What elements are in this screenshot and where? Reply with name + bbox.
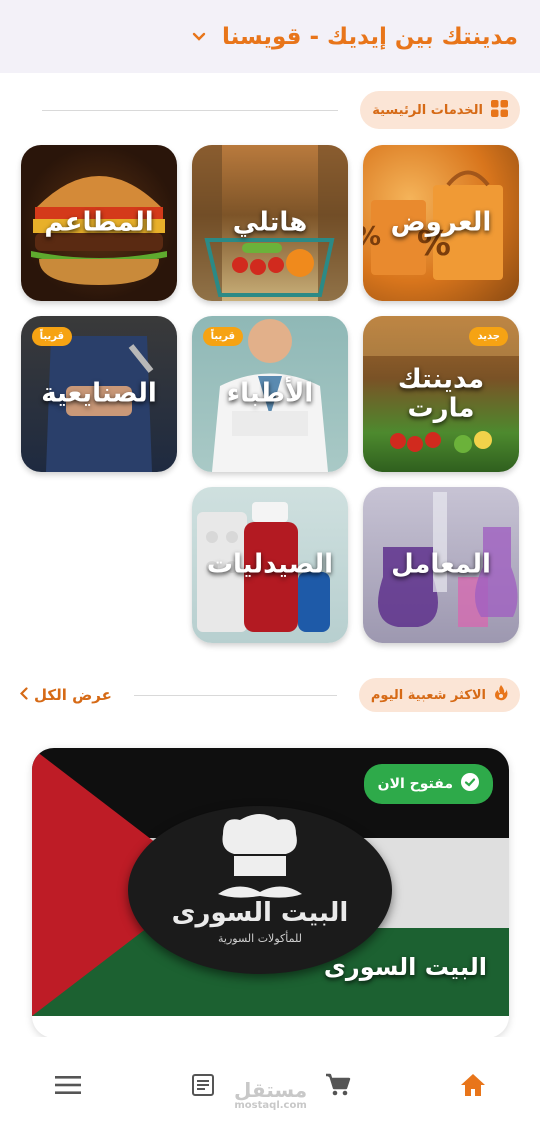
tile-label: هاتلي xyxy=(232,207,308,238)
see-all-label: عرض الكل xyxy=(34,686,112,704)
divider xyxy=(133,694,337,696)
popular-pill: الاكثر شعبية اليوم xyxy=(358,678,520,712)
tile-label: الصيدليات xyxy=(206,549,334,580)
watermark-line2: mostaql.com xyxy=(234,1100,307,1111)
tile-label: الأطباء xyxy=(226,378,314,409)
main-services-pill: الخدمات الرئيسية xyxy=(360,91,520,129)
tile-pharmacies[interactable]: الصيدليات xyxy=(192,487,348,643)
orders-icon xyxy=(191,1074,214,1100)
nav-orders[interactable] xyxy=(173,1057,233,1117)
check-circle-icon xyxy=(461,773,479,795)
tile-offers[interactable]: % % العروض xyxy=(363,145,519,301)
divider xyxy=(42,109,339,111)
restaurant-logo: البيت السورى للمأكولات السورية xyxy=(128,806,392,974)
grid-icon xyxy=(491,99,508,121)
fire-icon xyxy=(494,685,508,705)
tile-madinatak-mart[interactable]: جديد مدينتك مارت xyxy=(363,316,519,472)
watermark-line1: مستقل xyxy=(234,1078,308,1102)
tile-doctors[interactable]: قريباً الأطباء xyxy=(192,316,348,472)
open-status-badge: مفتوح الان xyxy=(363,764,493,804)
tile-label: مدينتك مارت xyxy=(397,364,485,423)
main-services-header: الخدمات الرئيسية xyxy=(20,90,520,130)
badge-soon: قريباً xyxy=(202,327,243,346)
tile-label: الصنايعية xyxy=(41,378,157,409)
tile-label: المعامل xyxy=(391,549,491,580)
city-selector-title[interactable]: مدينتك بين إيديك - قويسنا xyxy=(222,24,518,50)
palestine-flag-image: البيت السورى للمأكولات السورية مفتوح الا… xyxy=(32,748,509,1016)
tile-label: المطاعم xyxy=(44,207,154,238)
badge-soon: قريباً xyxy=(31,327,72,346)
open-status-label: مفتوح الان xyxy=(377,776,453,792)
popular-header: الاكثر شعبية اليوم عرض الكل xyxy=(19,675,520,715)
logo-text: البيت السورى xyxy=(171,898,349,928)
tile-hatly[interactable]: هاتلي xyxy=(192,145,348,301)
badge-new: جديد xyxy=(469,327,508,346)
tile-label: العروض xyxy=(390,207,492,238)
tile-restaurants[interactable]: المطاعم xyxy=(21,145,177,301)
nav-menu[interactable] xyxy=(38,1057,98,1117)
chevron-left-icon xyxy=(19,686,28,704)
mostaql-watermark: مستقل mostaql.com xyxy=(234,1080,307,1111)
tile-labs[interactable]: المعامل xyxy=(363,487,519,643)
restaurant-name: البيت السورى xyxy=(323,953,487,981)
menu-icon xyxy=(54,1076,81,1098)
tile-craftsmen[interactable]: قريباً الصنايعية xyxy=(21,316,177,472)
see-all-link[interactable]: عرض الكل xyxy=(19,686,112,704)
main-services-title: الخدمات الرئيسية xyxy=(372,102,483,118)
home-icon xyxy=(460,1073,486,1101)
restaurant-card[interactable]: البيت السورى للمأكولات السورية مفتوح الا… xyxy=(32,748,509,1038)
cart-icon xyxy=(325,1073,351,1101)
app-header: مدينتك بين إيديك - قويسنا xyxy=(0,0,540,73)
nav-home[interactable] xyxy=(443,1057,503,1117)
logo-subtext: للمأكولات السورية xyxy=(218,932,302,945)
popular-title: الاكثر شعبية اليوم xyxy=(370,687,486,703)
chevron-down-icon[interactable] xyxy=(190,28,208,46)
nav-cart[interactable] xyxy=(308,1057,368,1117)
